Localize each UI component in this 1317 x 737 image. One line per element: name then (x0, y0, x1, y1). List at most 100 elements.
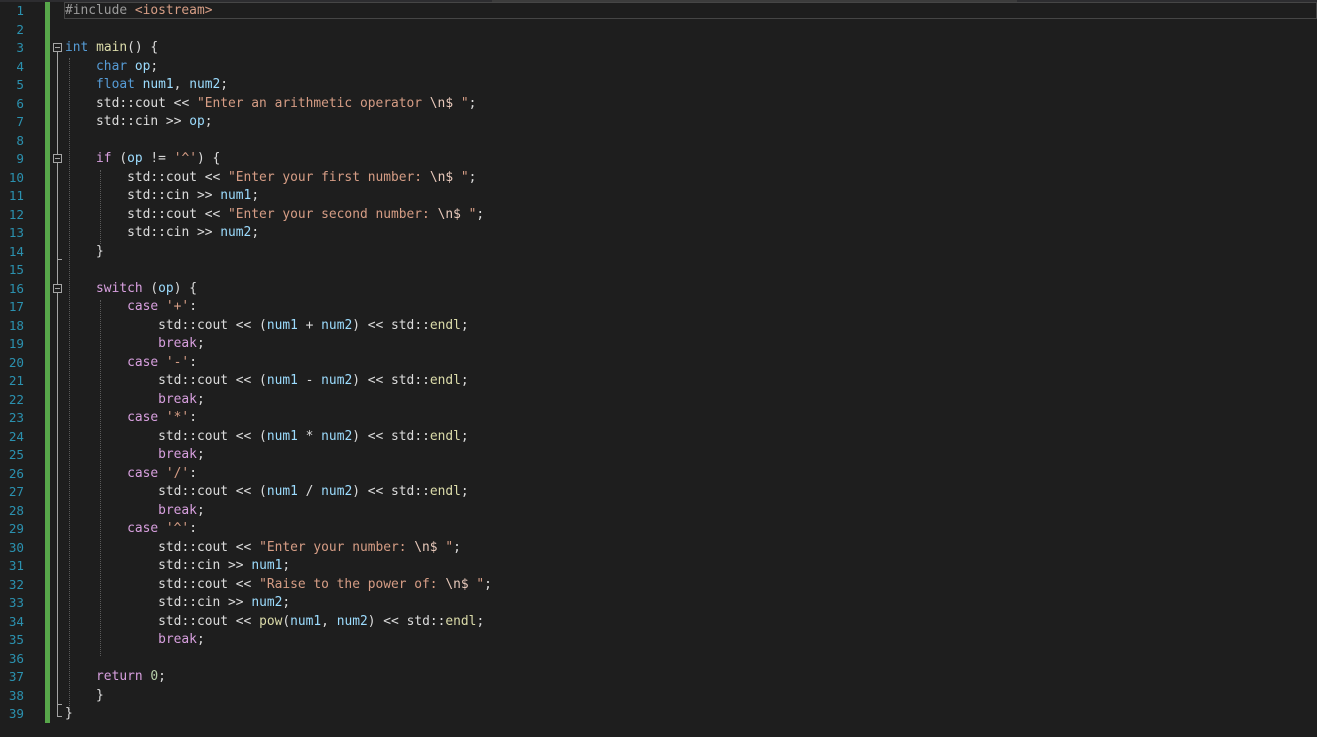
code-line[interactable]: break; (65, 502, 492, 521)
code-token: std (96, 95, 120, 111)
code-token: std (391, 317, 415, 333)
fold-end-main (57, 716, 62, 717)
code-token: return (96, 669, 143, 684)
code-line[interactable]: } (65, 705, 492, 724)
code-token: != (142, 151, 174, 166)
code-line[interactable]: switch (op) { (65, 280, 492, 299)
code-line[interactable]: float num1, num2; (65, 76, 492, 95)
code-token: std (127, 206, 151, 222)
code-token: ; (204, 114, 213, 129)
code-token: : (189, 465, 197, 481)
code-line[interactable]: case '^': (65, 520, 492, 539)
code-token: break (158, 391, 197, 407)
code-line[interactable]: std::cout << pow(num1, num2) << std::end… (65, 613, 492, 632)
code-line[interactable]: case '-': (65, 354, 492, 373)
code-token: std (158, 539, 182, 555)
collapse-main-icon[interactable] (53, 43, 62, 52)
code-line[interactable]: break; (65, 391, 492, 410)
code-line[interactable]: int main() { (65, 39, 492, 58)
code-token: ; (158, 669, 166, 684)
code-line[interactable]: ​ (65, 21, 492, 40)
code-token: ; (468, 95, 477, 111)
code-line[interactable]: std::cout << (num1 + num2) << std::endl; (65, 317, 492, 336)
code-line[interactable]: char op; (65, 58, 492, 77)
code-line[interactable]: return 0; (65, 668, 492, 687)
line-number: 27 (8, 484, 24, 499)
code-token: " (437, 539, 454, 555)
line-number: 3 (16, 40, 24, 55)
code-line[interactable]: std::cin >> num2; (65, 594, 492, 613)
collapse-switch-icon[interactable] (53, 284, 62, 293)
code-token: >> (158, 114, 190, 129)
code-line[interactable]: } (65, 243, 492, 262)
code-token: num1 (290, 613, 322, 629)
code-line[interactable]: std::cin >> op; (65, 113, 492, 132)
code-token: " (453, 95, 469, 111)
code-token: :: (119, 114, 135, 129)
code-text-area[interactable]: #include <iostream>​int main() { char op… (65, 2, 492, 724)
code-token: num2 (251, 595, 283, 610)
code-token: () { (127, 40, 159, 55)
code-line[interactable]: std::cin >> num1; (65, 187, 492, 206)
code-token: std (158, 484, 182, 499)
line-number: 39 (8, 706, 24, 721)
code-token: op (189, 114, 205, 129)
code-line[interactable]: ​ (65, 132, 492, 151)
code-line[interactable]: std::cout << "Enter an arithmetic operat… (65, 95, 492, 114)
code-token: :: (414, 373, 430, 388)
code-token: >> (220, 595, 252, 610)
code-line[interactable]: std::cout << "Enter your first number: \… (65, 169, 492, 188)
code-token: << ( (228, 428, 267, 444)
code-token: case (127, 299, 159, 314)
code-line[interactable]: ​ (65, 261, 492, 280)
code-line[interactable]: std::cin >> num1; (65, 557, 492, 576)
code-token: << (228, 613, 260, 629)
code-line[interactable]: std::cout << (num1 - num2) << std::endl; (65, 372, 492, 391)
code-line[interactable]: if (op != '^') { (65, 150, 492, 169)
code-token: ; (282, 595, 291, 610)
line-number: 22 (8, 391, 24, 407)
line-number: 10 (8, 169, 24, 185)
code-line[interactable]: } (65, 687, 492, 706)
code-line[interactable]: case '*': (65, 409, 492, 428)
code-token: << (228, 539, 260, 555)
code-line[interactable]: case '/': (65, 465, 492, 484)
code-token: cout (196, 539, 229, 555)
code-token: num2 (321, 484, 353, 499)
code-line[interactable]: std::cout << "Raise to the power of: \n$… (65, 576, 492, 595)
code-editor[interactable]: 1 2 3 4 5 6 7 8 9 10 11 12 13 14 15 16 17 18 19 20 21 22 23 24 2… (0, 0, 1317, 737)
code-line[interactable]: break; (65, 446, 492, 465)
code-line[interactable]: break; (65, 631, 492, 650)
code-token: cin (196, 558, 221, 573)
code-token: ; (196, 502, 205, 518)
line-number: 4 (16, 58, 24, 74)
code-token: } (65, 706, 73, 721)
code-line[interactable]: std::cout << (num1 / num2) << std::endl; (65, 483, 492, 502)
code-token: cin (165, 225, 190, 240)
code-token: :: (181, 576, 197, 592)
collapse-if-icon[interactable] (53, 154, 62, 163)
code-token: << (196, 169, 229, 185)
code-token: \n$ (414, 539, 438, 555)
code-line[interactable]: #include <iostream> (65, 2, 492, 21)
code-token: "Enter an arithmetic operator (196, 95, 430, 111)
code-line[interactable]: case '+': (65, 298, 492, 317)
code-line[interactable]: break; (65, 335, 492, 354)
code-token: :: (150, 169, 166, 185)
code-token: 0 (150, 669, 159, 684)
code-token: ; (460, 317, 469, 333)
code-line[interactable]: std::cin >> num2; (65, 224, 492, 243)
code-token: : (189, 354, 197, 370)
code-line[interactable]: std::cout << "Enter your number: \n$ "; (65, 539, 492, 558)
code-line[interactable]: std::cout << "Enter your second number: … (65, 206, 492, 225)
code-token: std (96, 114, 120, 129)
code-line[interactable]: std::cout << (num1 * num2) << std::endl; (65, 428, 492, 447)
code-line[interactable]: ​ (65, 650, 492, 669)
